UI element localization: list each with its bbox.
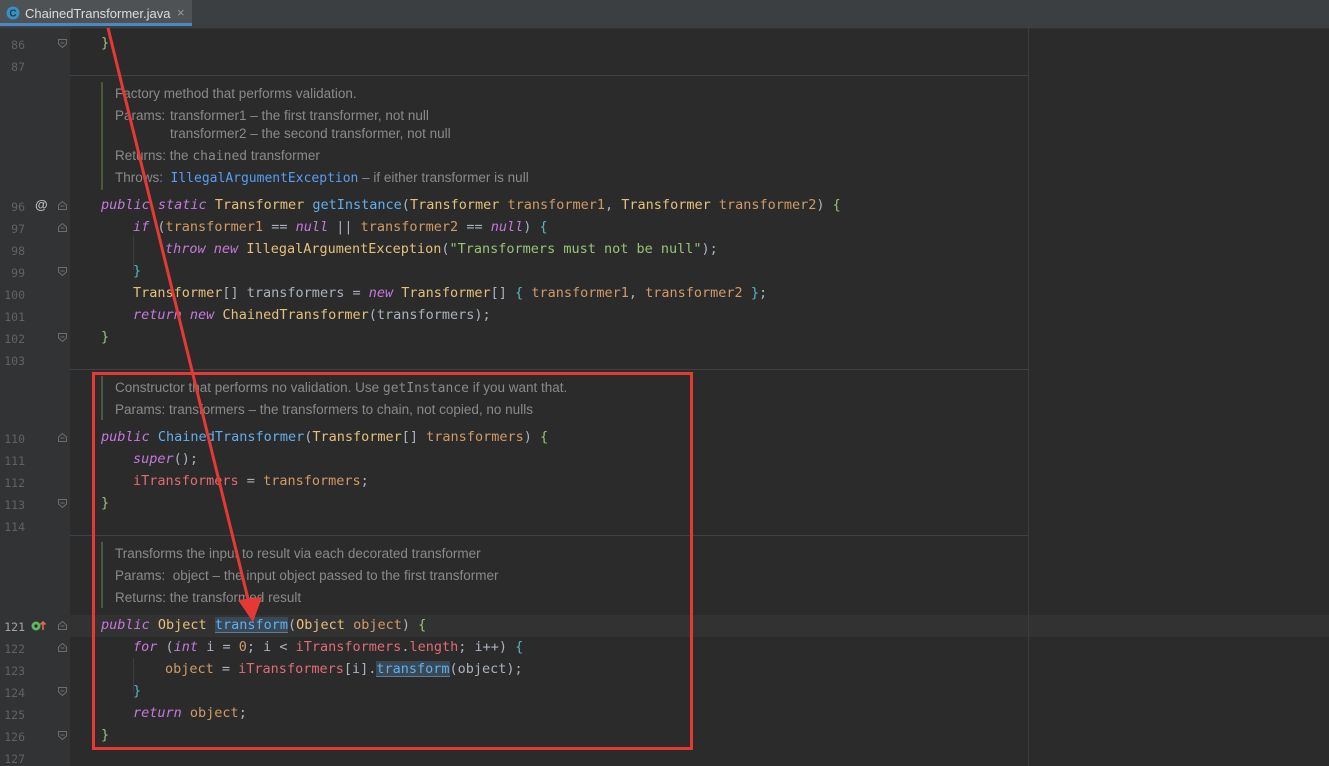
close-icon[interactable]: × [177, 5, 185, 20]
line-number: 98 [11, 244, 25, 258]
code-line-112: iTransformers = transformers; [133, 473, 369, 489]
code-line-96: public static Transformer getInstance(Tr… [101, 197, 841, 213]
editor-tab-bar: C ChainedTransformer.java × [0, 0, 1329, 29]
doc-params: Params: [115, 108, 166, 123]
doc-param-transformer2: transformer2 – the second transformer, n… [170, 126, 451, 141]
code-line-86: } [101, 35, 110, 51]
fold-icon[interactable] [58, 643, 67, 652]
line-number: 103 [4, 354, 25, 368]
code-line-97: if (transformer1 == null || transformer2… [133, 219, 548, 235]
doc-summary: Constructor that performs no validation.… [115, 380, 568, 396]
code-editor[interactable]: 86 87 96 97 98 99 100 101 102 103 110 11… [0, 28, 1329, 766]
line-number: 111 [4, 454, 25, 468]
java-class-icon: C [6, 6, 20, 20]
fold-icon[interactable] [58, 333, 67, 342]
code-line-126: } [101, 727, 110, 743]
line-number: 99 [11, 266, 25, 280]
doc-summary: Factory method that performs validation. [115, 86, 357, 101]
line-number: 114 [4, 520, 25, 534]
doc-params: Params: transformers – the transformers … [115, 402, 533, 417]
doc-comment-bar [101, 542, 103, 608]
doc-separator [70, 75, 1028, 76]
fold-icon[interactable] [58, 201, 67, 210]
fold-icon[interactable] [58, 39, 67, 48]
doc-separator [70, 535, 1028, 536]
override-at-icon[interactable]: @ [35, 197, 48, 212]
code-line-100: Transformer[] transformers = new Transfo… [133, 285, 768, 301]
fold-icon[interactable] [58, 731, 67, 740]
doc-comment-bar [101, 376, 103, 420]
fold-icon[interactable] [58, 223, 67, 232]
doc-returns: Returns: the chained transformer [115, 148, 320, 164]
code-line-99: } [133, 263, 142, 279]
code-line-125: return object; [133, 705, 247, 721]
fold-icon[interactable] [58, 687, 67, 696]
line-number: 86 [11, 38, 25, 52]
line-number: 123 [4, 664, 25, 678]
line-number: 96 [11, 200, 25, 214]
exception-link[interactable]: IllegalArgumentException [171, 171, 359, 186]
code-line-122: for (int i = 0; i < iTransformers.length… [133, 639, 524, 655]
code-line-98: throw new IllegalArgumentException("Tran… [165, 241, 718, 257]
line-number: 125 [4, 708, 25, 722]
tab-chained-transformer[interactable]: C ChainedTransformer.java × [0, 0, 192, 26]
line-number: 97 [11, 222, 25, 236]
doc-separator [70, 369, 1028, 370]
doc-param-transformer1: transformer1 – the first transformer, no… [170, 108, 429, 123]
implements-method-icon[interactable] [31, 620, 47, 632]
line-number: 121 [4, 620, 25, 634]
line-number: 124 [4, 686, 25, 700]
transform-method-name[interactable]: transform [214, 617, 288, 633]
right-margin-guide [1028, 28, 1029, 766]
code-line-121: public Object transform(Object object) { [101, 617, 427, 633]
fold-icon[interactable] [58, 621, 67, 630]
code-line-111: super(); [133, 451, 199, 467]
code-line-113: } [101, 495, 110, 511]
tab-label: ChainedTransformer.java [25, 6, 171, 21]
code-line-110: public ChainedTransformer(Transformer[] … [101, 429, 549, 445]
line-number: 100 [4, 288, 25, 302]
line-number: 122 [4, 642, 25, 656]
fold-icon[interactable] [58, 267, 67, 276]
fold-icon[interactable] [58, 499, 67, 508]
doc-params: Params: object – the input object passed… [115, 568, 499, 583]
code-line-101: return new ChainedTransformer(transforme… [133, 307, 491, 323]
line-number: 87 [11, 60, 25, 74]
line-number: 126 [4, 730, 25, 744]
line-number: 113 [4, 498, 25, 512]
fold-icon[interactable] [58, 433, 67, 442]
svg-text:C: C [9, 9, 16, 20]
doc-returns: Returns: the transformed result [115, 590, 302, 605]
line-number: 102 [4, 332, 25, 346]
line-number: 110 [4, 432, 25, 446]
doc-comment-bar [101, 82, 103, 190]
line-number: 101 [4, 310, 25, 324]
doc-throws: Throws: IllegalArgumentException – if ei… [115, 170, 529, 186]
code-line-123: object = iTransformers[i].transform(obje… [165, 661, 523, 677]
code-line-102: } [101, 329, 110, 345]
doc-summary: Transforms the input to result via each … [115, 546, 481, 561]
line-number: 112 [4, 476, 25, 490]
code-line-124: } [133, 683, 142, 699]
line-number: 127 [4, 752, 25, 766]
